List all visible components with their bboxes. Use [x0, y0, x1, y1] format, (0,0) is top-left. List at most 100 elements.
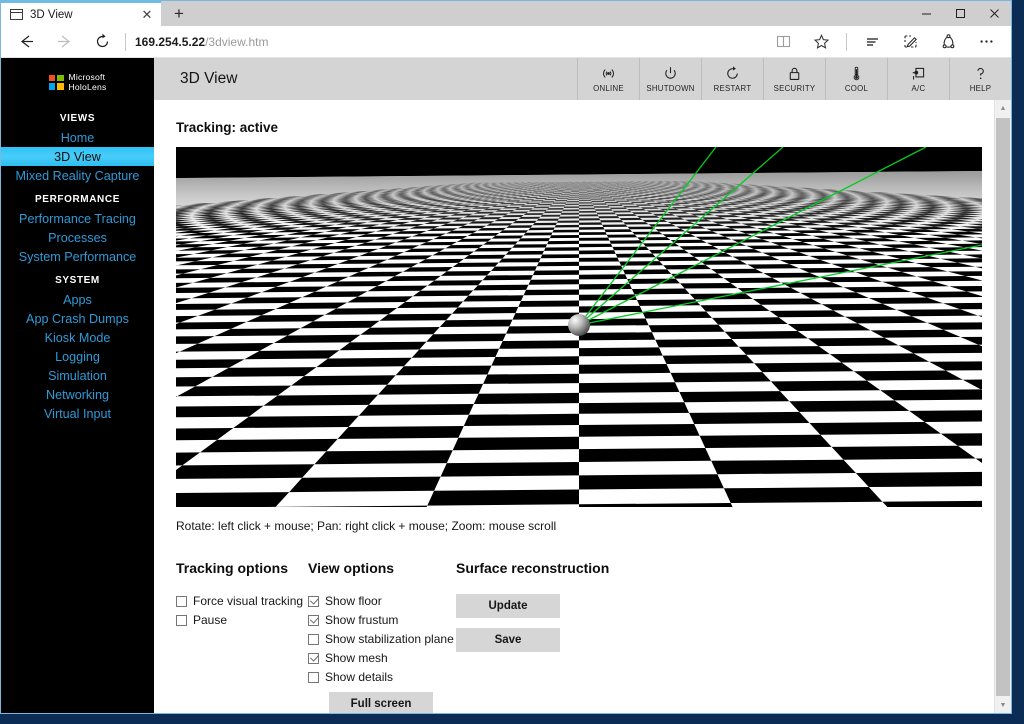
power-plug-icon [910, 65, 927, 82]
url-host: 169.254.5.22 [135, 34, 206, 49]
sidebar-item-app-crash-dumps[interactable]: App Crash Dumps [1, 309, 154, 328]
device-action-label: ONLINE [593, 84, 624, 93]
checkbox-box[interactable] [308, 671, 319, 683]
device-action-restart[interactable]: RESTART [701, 58, 763, 100]
maximize-button[interactable] [943, 1, 977, 26]
device-action-a-c[interactable]: A/C [887, 58, 949, 100]
checkbox-label: Show frustum [325, 613, 399, 627]
tab-bar: 3D View ✕ + [1, 1, 1011, 26]
viewport-hint: Rotate: left click + mouse; Pan: right c… [176, 519, 557, 533]
checkbox-pause[interactable]: Pause [176, 613, 308, 627]
new-tab-button[interactable]: + [161, 1, 197, 26]
hub-icon[interactable] [853, 27, 891, 57]
sidebar-item-logging[interactable]: Logging [1, 347, 154, 366]
sidebar-item-apps[interactable]: Apps [1, 290, 154, 309]
checkbox-label: Pause [193, 613, 228, 627]
save-button[interactable]: Save [456, 628, 560, 652]
question-mark-icon [972, 65, 989, 82]
sidebar-item-home[interactable]: Home [1, 128, 154, 147]
back-button[interactable] [7, 27, 45, 57]
browser-toolbar [764, 27, 1005, 57]
sidebar: Microsoft HoloLens VIEWS Home 3D View Mixed… [1, 58, 154, 713]
3d-viewport[interactable] [176, 147, 982, 507]
tracking-options-title: Tracking options [176, 560, 289, 576]
surface-reconstruction-title: Surface reconstruction [456, 560, 610, 576]
device-toolbar: 3D View ONLINE SHUTDOWN RESTART SECURITY COO… [154, 58, 1011, 100]
device-actions: ONLINE SHUTDOWN RESTART SECURITY COOL A/C HELP [577, 58, 1011, 100]
tab-close-icon[interactable]: ✕ [139, 8, 155, 21]
content-area: 3D View ONLINE SHUTDOWN RESTART SECURITY COO… [154, 58, 1011, 713]
tab-3d-view[interactable]: 3D View ✕ [1, 1, 161, 26]
sidebar-item-performance-tracing[interactable]: Performance Tracing [1, 209, 154, 228]
sidebar-item-system-performance[interactable]: System Performance [1, 247, 154, 266]
device-action-shutdown[interactable]: SHUTDOWN [639, 58, 701, 100]
device-action-label: RESTART [713, 84, 752, 93]
sidebar-item-kiosk-mode[interactable]: Kiosk Mode [1, 328, 154, 347]
window-icon [9, 9, 24, 20]
checkbox-box[interactable] [308, 652, 319, 664]
page-content: Microsoft HoloLens VIEWS Home 3D View Mixed… [1, 58, 1011, 713]
tracking-status: Tracking: active [176, 120, 279, 135]
checkbox-show-mesh[interactable]: Show mesh [308, 651, 456, 665]
checkbox-show-stabilization-plane[interactable]: Show stabilization plane [308, 632, 456, 646]
page-scrollbar[interactable]: ▲ ▼ [994, 100, 1011, 713]
sidebar-item-processes[interactable]: Processes [1, 228, 154, 247]
view-options-column: View options Show floor Show frustum Show … [308, 560, 456, 713]
page-title: 3D View [180, 70, 238, 87]
close-button[interactable] [977, 1, 1011, 26]
checkbox-label: Show mesh [325, 651, 388, 665]
scroll-up-arrow[interactable]: ▲ [995, 100, 1011, 117]
scrollbar-thumb[interactable] [996, 118, 1010, 696]
more-settings-icon[interactable] [967, 27, 1005, 57]
device-action-cool[interactable]: COOL [825, 58, 887, 100]
device-action-label: COOL [844, 84, 869, 93]
forward-button[interactable] [45, 27, 83, 57]
sidebar-item-mixed-reality-capture[interactable]: Mixed Reality Capture [1, 166, 154, 185]
update-button[interactable]: Update [456, 594, 560, 618]
address-bar[interactable]: 169.254.5.22/3dview.htm [135, 35, 764, 49]
reading-list-icon[interactable] [764, 27, 802, 57]
checkbox-box[interactable] [308, 614, 319, 626]
sidebar-item-virtual-input[interactable]: Virtual Input [1, 404, 154, 423]
power-icon [662, 65, 679, 82]
device-action-online[interactable]: ONLINE [577, 58, 639, 100]
device-action-security[interactable]: SECURITY [763, 58, 825, 100]
checkbox-box[interactable] [176, 595, 187, 607]
checkbox-label: Show floor [325, 594, 382, 608]
scroll-down-arrow[interactable]: ▼ [995, 697, 1011, 713]
tab-title: 3D View [30, 8, 73, 21]
tracking-options-column: Tracking options Force visual tracking Pa… [176, 560, 308, 713]
headset-marker [568, 314, 590, 336]
web-note-icon[interactable] [891, 27, 929, 57]
sidebar-section-header: PERFORMANCE [35, 194, 120, 206]
checkbox-show-details[interactable]: Show details [308, 670, 456, 684]
sidebar-item-3d-view[interactable]: 3D View [1, 147, 154, 167]
sidebar-item-networking[interactable]: Networking [1, 385, 154, 404]
refresh-button[interactable] [83, 27, 121, 57]
hololens-logo: Microsoft HoloLens [1, 66, 154, 104]
checkbox-box[interactable] [176, 614, 187, 626]
checkbox-show-frustum[interactable]: Show frustum [308, 613, 456, 627]
lock-icon [786, 65, 803, 82]
checkbox-force-visual-tracking[interactable]: Force visual tracking [176, 594, 308, 608]
checkbox-show-floor[interactable]: Show floor [308, 594, 456, 608]
window-controls [909, 1, 1011, 26]
full-screen-button[interactable]: Full screen [329, 692, 433, 713]
checkbox-box[interactable] [308, 595, 319, 607]
sidebar-item-simulation[interactable]: Simulation [1, 366, 154, 385]
tab-bar-filler [197, 1, 909, 26]
share-icon[interactable] [929, 27, 967, 57]
device-action-help[interactable]: HELP [949, 58, 1011, 100]
checkbox-label: Show stabilization plane [325, 632, 454, 646]
favorites-star-icon[interactable] [802, 27, 840, 57]
nav-divider [125, 32, 126, 51]
microsoft-logo-icon [48, 74, 64, 90]
toolbar-divider [846, 32, 847, 51]
view-options-title: View options [308, 560, 395, 576]
surface-reconstruction-column: Surface reconstruction Update Save [456, 560, 636, 713]
checkbox-box[interactable] [308, 633, 319, 645]
device-action-label: A/C [911, 84, 926, 93]
restart-icon [724, 65, 741, 82]
device-action-label: HELP [969, 84, 992, 93]
minimize-button[interactable] [909, 1, 943, 26]
